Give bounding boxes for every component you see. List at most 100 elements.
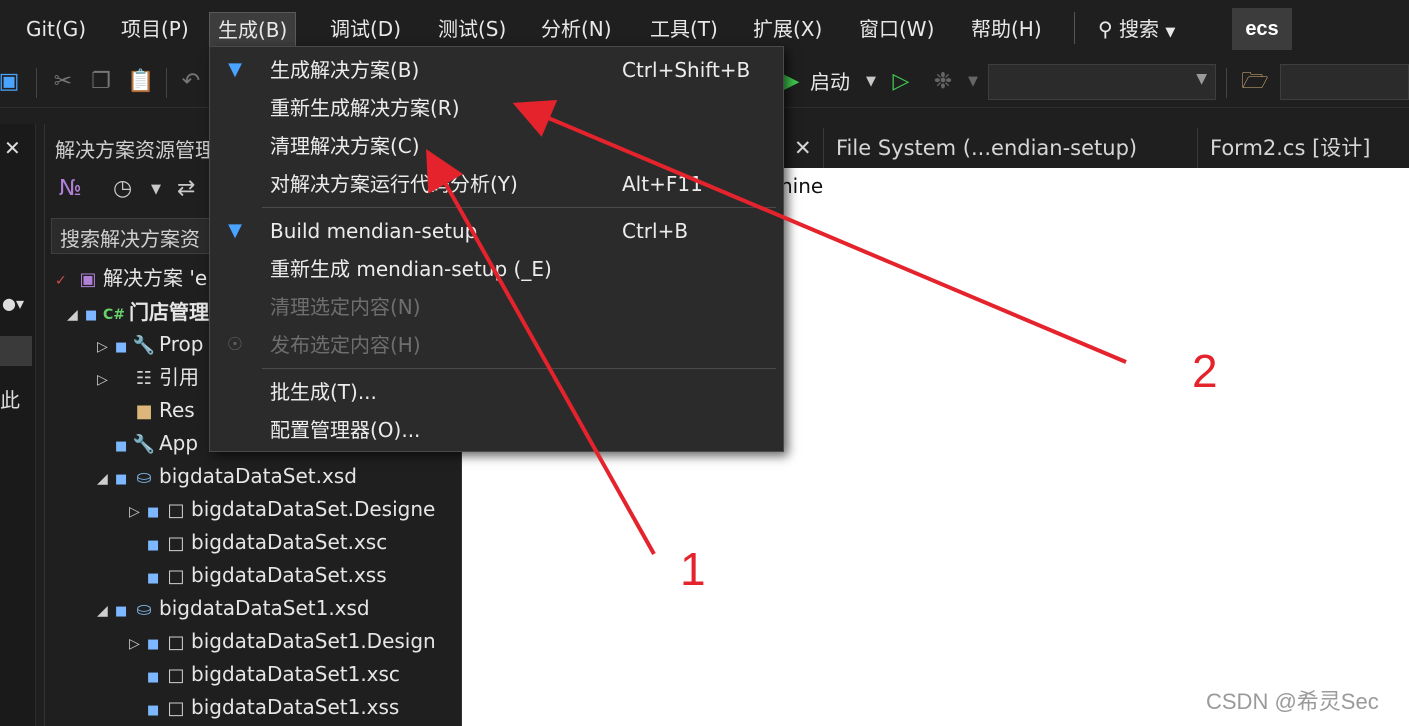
tree-item-dataset1-designer[interactable]: ▷ ■ □ bigdataDataSet1.Design [129, 625, 436, 657]
csharp-project-icon: C# [102, 307, 125, 323]
tab-form2-design[interactable]: Form2.cs [设计] [1198, 128, 1409, 168]
account-badge[interactable]: ecs [1232, 8, 1292, 50]
tree-item-label: bigdataDataSet1.xss [191, 695, 400, 719]
menu-item-label: 重新生成 mendian-setup (_E) [270, 257, 552, 281]
menu-item-shortcut: Alt+F11 [622, 172, 703, 196]
close-icon[interactable]: ✕ [4, 136, 21, 160]
references-icon: ☷ [135, 368, 153, 389]
menu-item-label: 生成解决方案(B) [270, 58, 420, 82]
tree-item-dataset[interactable]: ◢ ■ ⛀ bigdataDataSet.xsd [97, 460, 357, 492]
tree-item-resources[interactable]: ■ Res [115, 394, 195, 426]
file-icon: □ [167, 632, 185, 653]
database-icon: ⛀ [136, 467, 152, 488]
cut-icon[interactable]: ✂ [48, 66, 78, 98]
tree-item-dataset1-xss[interactable]: ■ □ bigdataDataSet1.xss [147, 691, 399, 723]
build-icon: ▼ [228, 59, 242, 80]
collapse-icon: ◢ [97, 603, 108, 619]
menu-help[interactable]: 帮助(H) [963, 12, 1050, 46]
lock-icon: ■ [147, 703, 160, 718]
menu-extensions[interactable]: 扩展(X) [745, 12, 830, 46]
tree-item-dataset-designer[interactable]: ▷ ■ □ bigdataDataSet.Designe [129, 493, 435, 525]
tree-item-solution[interactable]: ✓ ▣ 解决方案 'e [55, 262, 207, 294]
menu-test[interactable]: 测试(S) [430, 12, 514, 46]
tree-item-label: Res [159, 398, 195, 422]
expand-icon: ▷ [129, 504, 140, 520]
menu-item-label: 对解决方案运行代码分析(Y) [270, 172, 518, 196]
lock-icon: ■ [115, 604, 128, 619]
menu-tools[interactable]: 工具(T) [642, 12, 726, 46]
menu-item-label: 批生成(T)... [270, 380, 377, 404]
pin-icon[interactable]: ●▾ [2, 294, 24, 313]
chevron-down-icon: ▼ [1165, 25, 1176, 40]
chevron-down-icon[interactable]: ▼ [856, 66, 886, 98]
editor-text: hine [780, 174, 824, 198]
menu-window[interactable]: 窗口(W) [851, 12, 942, 46]
tab-file-system[interactable]: File System (...endian-setup) [824, 128, 1198, 168]
expand-icon: ▷ [129, 636, 140, 652]
close-tab-button[interactable]: ✕ [784, 128, 824, 168]
status-check-icon: ✓ [55, 273, 67, 289]
menubar-divider [1074, 12, 1075, 44]
lock-icon: ■ [147, 571, 160, 586]
history-icon[interactable]: ◷ [113, 176, 132, 201]
lock-icon: ■ [147, 637, 160, 652]
menu-item-publish-selection: ☉ 发布选定内容(H) [210, 326, 783, 364]
file-icon: □ [167, 698, 185, 719]
start-without-debug-icon[interactable]: ▷ [886, 66, 916, 98]
start-button[interactable]: 启动 [810, 66, 850, 98]
menu-item-configuration-manager[interactable]: 配置管理器(O)... [210, 411, 783, 449]
tree-item-references[interactable]: ▷ ☷ 引用 [97, 361, 199, 393]
hot-reload-icon[interactable]: ❉ [928, 66, 958, 98]
undo-icon[interactable]: ↶ [176, 66, 206, 98]
tree-item-dataset-xss[interactable]: ■ □ bigdataDataSet.xss [147, 559, 387, 591]
toolbar-separator [36, 68, 37, 98]
left-panel-search[interactable] [0, 336, 32, 366]
file-icon: □ [167, 500, 185, 521]
watermark: CSDN @希灵Sec [1206, 689, 1379, 714]
menu-item-batch-build[interactable]: 批生成(T)... [210, 373, 783, 411]
lock-icon: ■ [115, 340, 128, 355]
tree-item-dataset1[interactable]: ◢ ■ ⛀ bigdataDataSet1.xsd [97, 592, 370, 624]
database-icon: ⛀ [136, 599, 152, 620]
tree-item-label: 门店管理 [129, 300, 209, 324]
menu-item-shortcut: Ctrl+B [622, 219, 689, 243]
menu-separator [262, 207, 776, 208]
menu-debug[interactable]: 调试(D) [322, 12, 409, 46]
save-icon[interactable]: ▣ [0, 66, 24, 98]
search-button[interactable]: ⚲ 搜索 ▼ [1098, 12, 1175, 46]
menu-item-clean-solution[interactable]: 清理解决方案(C) [210, 127, 783, 165]
menu-build[interactable]: 生成(B) [209, 12, 297, 48]
menu-item-label: 清理解决方案(C) [270, 134, 420, 158]
vs-solution-icon[interactable]: № [59, 176, 82, 201]
tree-item-app-config[interactable]: ■ 🔧 App [115, 427, 198, 459]
paste-icon[interactable]: 📋 [126, 66, 156, 98]
menu-item-build-project[interactable]: ▼ Build mendian-setup Ctrl+B [210, 212, 783, 250]
chevron-down-icon[interactable]: ▼ [958, 66, 988, 98]
tree-item-label: bigdataDataSet.xss [191, 563, 387, 587]
left-panel-label: 此 [0, 388, 20, 412]
tree-item-dataset1-xsc[interactable]: ■ □ bigdataDataSet1.xsc [147, 658, 400, 690]
menu-item-label: 发布选定内容(H) [270, 333, 421, 357]
menu-item-run-code-analysis[interactable]: 对解决方案运行代码分析(Y) Alt+F11 [210, 165, 783, 203]
configuration-dropdown[interactable]: ▼ [988, 64, 1216, 100]
tree-item-dataset-xsc[interactable]: ■ □ bigdataDataSet.xsc [147, 526, 387, 558]
search-label: 搜索 [1119, 17, 1160, 41]
tree-item-label: bigdataDataSet1.xsd [159, 596, 370, 620]
lock-icon: ■ [147, 538, 160, 553]
menu-item-rebuild-solution[interactable]: 重新生成解决方案(R) [210, 89, 783, 127]
tree-item-project[interactable]: ◢ ■ C# 门店管理 [67, 296, 209, 328]
copy-icon[interactable]: ❐ [86, 66, 116, 98]
tree-item-properties[interactable]: ▷ ■ 🔧 Prop [97, 328, 203, 360]
sync-icon[interactable]: ⇄ [177, 176, 195, 201]
menu-analyze[interactable]: 分析(N) [533, 12, 620, 46]
build-menu-dropdown: ▼ 生成解决方案(B) Ctrl+Shift+B 重新生成解决方案(R) 清理解… [209, 46, 784, 452]
chevron-down-icon[interactable]: ▼ [151, 182, 161, 197]
menu-project[interactable]: 项目(P) [113, 12, 197, 46]
menu-item-rebuild-project[interactable]: 重新生成 mendian-setup (_E) [210, 250, 783, 288]
toolbar-separator [166, 68, 167, 98]
tree-item-label: Prop [159, 332, 204, 356]
toolbar-combo[interactable] [1280, 64, 1409, 100]
folder-search-icon[interactable]: 🗁 [1240, 66, 1270, 98]
menu-item-build-solution[interactable]: ▼ 生成解决方案(B) Ctrl+Shift+B [210, 51, 783, 89]
menu-git[interactable]: Git(G) [18, 12, 94, 46]
